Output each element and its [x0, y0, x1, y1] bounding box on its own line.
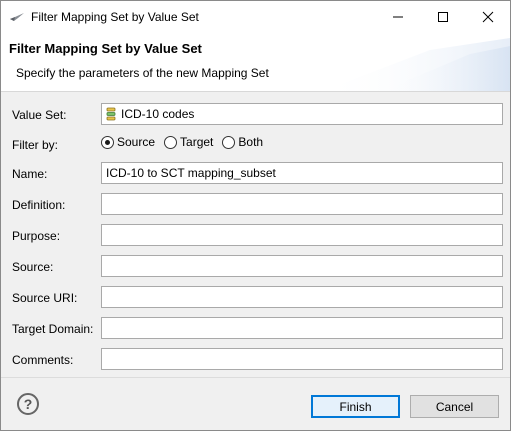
cancel-button[interactable]: Cancel	[410, 395, 499, 418]
purpose-label: Purpose:	[12, 229, 61, 243]
source-uri-label: Source URI:	[12, 291, 78, 305]
source-input[interactable]	[101, 255, 503, 277]
source-uri-input[interactable]	[101, 286, 503, 308]
value-set-label: Value Set:	[12, 108, 67, 122]
radio-source-label: Source	[117, 135, 156, 149]
title-bar: Filter Mapping Set by Value Set	[1, 1, 510, 32]
source-uri-row: Source URI:	[1, 286, 510, 310]
radio-source-indicator[interactable]	[101, 135, 114, 149]
target-domain-row: Target Domain:	[1, 317, 510, 341]
window-title: Filter Mapping Set by Value Set	[31, 9, 199, 24]
banner-decoration	[322, 38, 510, 91]
dialog-window: Filter Mapping Set by Value Set Filter M…	[0, 0, 511, 431]
help-icon[interactable]: ?	[17, 393, 39, 415]
value-set-field[interactable]: ICD-10 codes	[101, 103, 503, 125]
radio-target-label: Target	[180, 135, 214, 149]
wizard-banner: Filter Mapping Set by Value Set Specify …	[1, 32, 510, 92]
filter-by-radio-group: Source Target Both	[101, 135, 272, 149]
radio-both[interactable]: Both	[222, 135, 263, 149]
dialog-footer: ? Finish Cancel	[1, 377, 510, 430]
value-set-row: Value Set: ICD-10 codes	[1, 103, 510, 127]
definition-label: Definition:	[12, 198, 66, 212]
banner-description: Specify the parameters of the new Mappin…	[16, 66, 269, 80]
comments-row: Comments:	[1, 348, 510, 372]
name-input[interactable]	[101, 162, 503, 184]
close-button[interactable]	[465, 1, 510, 32]
radio-both-indicator[interactable]	[222, 135, 236, 149]
filter-by-label: Filter by:	[12, 138, 59, 152]
minimize-icon	[392, 16, 403, 17]
source-row: Source:	[1, 255, 510, 279]
radio-target-indicator[interactable]	[164, 135, 178, 149]
radio-target[interactable]: Target	[164, 135, 213, 149]
name-label: Name:	[12, 167, 48, 181]
comments-input[interactable]	[101, 348, 503, 370]
definition-row: Definition:	[1, 193, 510, 217]
radio-source[interactable]: Source	[101, 135, 155, 149]
app-icon	[9, 9, 25, 25]
target-domain-input[interactable]	[101, 317, 503, 339]
purpose-row: Purpose:	[1, 224, 510, 248]
value-set-value: ICD-10 codes	[121, 107, 195, 121]
name-row: Name:	[1, 162, 510, 186]
database-icon	[106, 107, 118, 121]
definition-input[interactable]	[101, 193, 503, 215]
maximize-button[interactable]	[420, 1, 465, 32]
purpose-input[interactable]	[101, 224, 503, 246]
minimize-button[interactable]	[375, 1, 420, 32]
finish-button[interactable]: Finish	[311, 395, 400, 418]
filter-by-row: Filter by: Source Target Both	[1, 133, 510, 157]
banner-title: Filter Mapping Set by Value Set	[9, 41, 202, 56]
close-icon	[482, 11, 493, 22]
radio-both-label: Both	[238, 135, 264, 149]
target-domain-label: Target Domain:	[12, 322, 94, 336]
maximize-icon	[437, 11, 448, 22]
mapping-set-form: Value Set: ICD-10 codes Filter by: Sourc…	[1, 93, 510, 376]
source-label: Source:	[12, 260, 54, 274]
comments-label: Comments:	[12, 353, 74, 367]
